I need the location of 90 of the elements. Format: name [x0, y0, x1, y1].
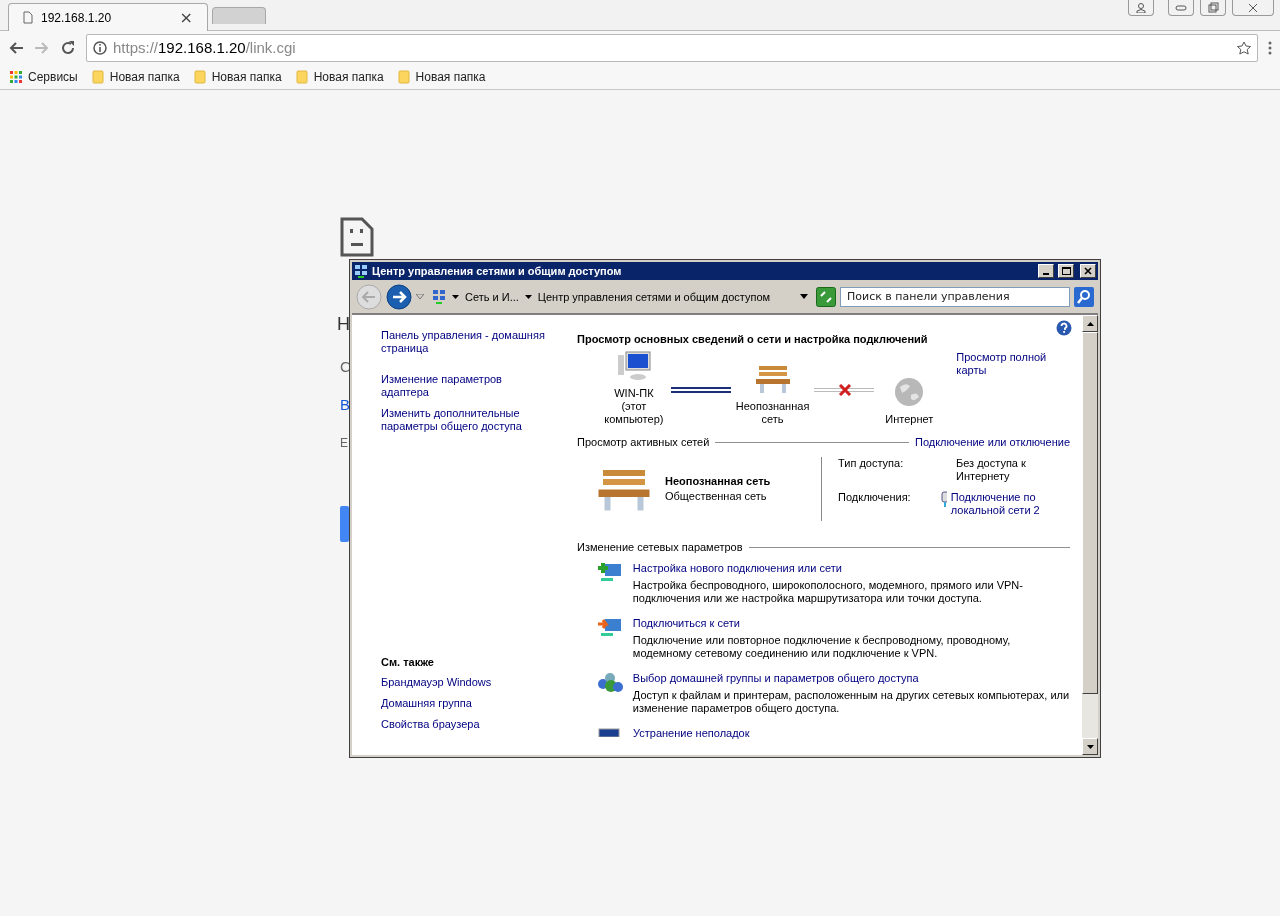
network-plus-icon — [597, 562, 623, 584]
section-heading: Изменение сетевых параметров — [577, 541, 743, 554]
computer-icon — [616, 351, 651, 381]
error-link[interactable]: В — [340, 396, 350, 413]
network-name: Неопознанная сеть — [665, 475, 771, 487]
section-heading: Просмотр активных сетей — [577, 436, 710, 449]
sidebar-link[interactable]: Панель управления - домашняя страница — [381, 329, 551, 355]
task-description: Настройка беспроводного, широкополосного, модемного, прямого или VPN-подключения или же настройка маршрутизатора или точки доступа. — [632, 579, 1024, 605]
task-link[interactable]: Подключиться к сети — [632, 617, 1070, 630]
scroll-up-button[interactable] — [1082, 315, 1098, 332]
field-value: Без доступа к Интернету — [955, 457, 1027, 484]
task-description: Подключение или повторное подключение к беспроводному, проводному, модемному сетевому соединению или подключение к VPN. — [632, 634, 1012, 660]
close-icon — [1084, 267, 1092, 275]
map-label: Интернет — [885, 413, 934, 426]
window-title: Центр управления сетями и общим доступом — [372, 265, 623, 277]
page-icon — [23, 11, 33, 24]
help-icon[interactable] — [1056, 320, 1072, 336]
sidebar-link[interactable]: Изменение параметров адаптера — [381, 373, 551, 399]
network-arrow-icon — [597, 617, 623, 639]
restore-icon — [1207, 2, 1219, 13]
map-label: Неопознанная сеть — [734, 400, 811, 426]
bookmark[interactable]: Новая папка — [91, 69, 180, 84]
connect-link[interactable]: Подключение или отключение — [914, 436, 1070, 449]
reload-icon[interactable] — [60, 39, 76, 56]
field-label: Подключения: — [838, 491, 911, 505]
close-icon — [1248, 2, 1258, 13]
apps-icon — [10, 70, 22, 83]
scroll-down-button[interactable] — [1082, 738, 1098, 755]
caret-icon[interactable] — [524, 294, 532, 299]
sidebar-link[interactable]: Свойства браузера — [381, 718, 551, 731]
sidebar-link[interactable]: Изменить дополнительные параметры общего доступа — [381, 407, 551, 433]
full-map-link[interactable]: Просмотр полной карты — [956, 351, 1070, 377]
sidebar-link[interactable]: Брандмауэр Windows — [381, 676, 551, 689]
dropdown-icon[interactable] — [416, 293, 424, 300]
sad-page-icon — [340, 217, 374, 257]
refresh-button[interactable] — [816, 286, 836, 307]
network-type: Общественная сеть — [665, 490, 768, 503]
monitor-icon — [597, 727, 623, 737]
network-icon — [432, 288, 446, 305]
breadcrumb[interactable]: Центр управления сетями и общим доступом — [537, 290, 771, 303]
maximize-button[interactable] — [1058, 264, 1074, 278]
caret-icon[interactable] — [800, 294, 808, 299]
folder-icon — [193, 69, 206, 84]
caret-icon — [1086, 321, 1094, 326]
network-icon — [354, 264, 368, 278]
info-icon — [93, 40, 107, 55]
profile-button[interactable] — [1128, 0, 1154, 16]
homegroup-icon — [597, 672, 623, 694]
folder-icon — [91, 69, 104, 84]
globe-icon — [894, 377, 925, 407]
search-field[interactable]: Поиск в панели управления — [840, 286, 1070, 307]
person-icon — [1136, 2, 1146, 13]
browser-tab[interactable]: 192.168.1.20 × — [8, 3, 208, 31]
bookmark[interactable]: Сервисы — [10, 69, 78, 84]
task-link[interactable]: Устранение неполадок — [633, 727, 750, 740]
close-tab-button[interactable]: × — [179, 8, 193, 27]
task-description: Доступ к файлам и принтерам, расположенным на других сетевых компьютерах, или изменение параметров общего доступа. — [632, 689, 1070, 715]
map-label: WIN-ПК (этот компьютер) — [603, 387, 665, 426]
bookmark[interactable]: Новая папка — [397, 69, 486, 84]
error-code: E — [340, 436, 348, 450]
back-icon[interactable] — [8, 39, 24, 56]
caret-icon — [1086, 744, 1094, 749]
restore-button[interactable] — [1200, 0, 1226, 16]
close-button[interactable] — [1232, 0, 1274, 16]
page-heading: Просмотр основных сведений о сети и настройка подключений — [577, 333, 929, 345]
menu-icon[interactable] — [1268, 40, 1272, 55]
search-icon[interactable] — [1074, 286, 1094, 307]
url-text: https://192.168.1.20/link.cgi — [113, 39, 297, 56]
task-link[interactable]: Выбор домашней группы и параметров общего доступа — [632, 672, 1070, 685]
forward-button[interactable] — [386, 283, 412, 310]
see-also-heading: См. также — [381, 656, 435, 668]
sidebar-link[interactable]: Домашняя группа — [381, 697, 551, 710]
caret-icon[interactable] — [452, 294, 459, 299]
field-label: Тип доступа: — [838, 457, 904, 471]
bench-icon — [754, 364, 791, 394]
folder-icon — [397, 69, 410, 84]
bookmark[interactable]: Новая папка — [295, 69, 384, 84]
star-icon[interactable] — [1237, 40, 1251, 55]
adapter-icon — [940, 491, 947, 507]
minimize-icon — [1175, 4, 1187, 11]
task-link[interactable]: Настройка нового подключения или сети — [632, 562, 1070, 575]
connection-link[interactable]: Подключение по локальной сети 2 — [950, 491, 1070, 517]
bookmark[interactable]: Новая папка — [193, 69, 282, 84]
scroll-thumb[interactable] — [1082, 332, 1098, 694]
error-heading: Н — [337, 314, 350, 335]
address-bar[interactable]: https://192.168.1.20/link.cgi — [86, 33, 1258, 62]
breadcrumb[interactable]: Сеть и И... — [465, 290, 519, 303]
tab-title: 192.168.1.20 — [41, 10, 113, 25]
maximize-icon — [1061, 267, 1071, 275]
folder-icon — [295, 69, 308, 84]
